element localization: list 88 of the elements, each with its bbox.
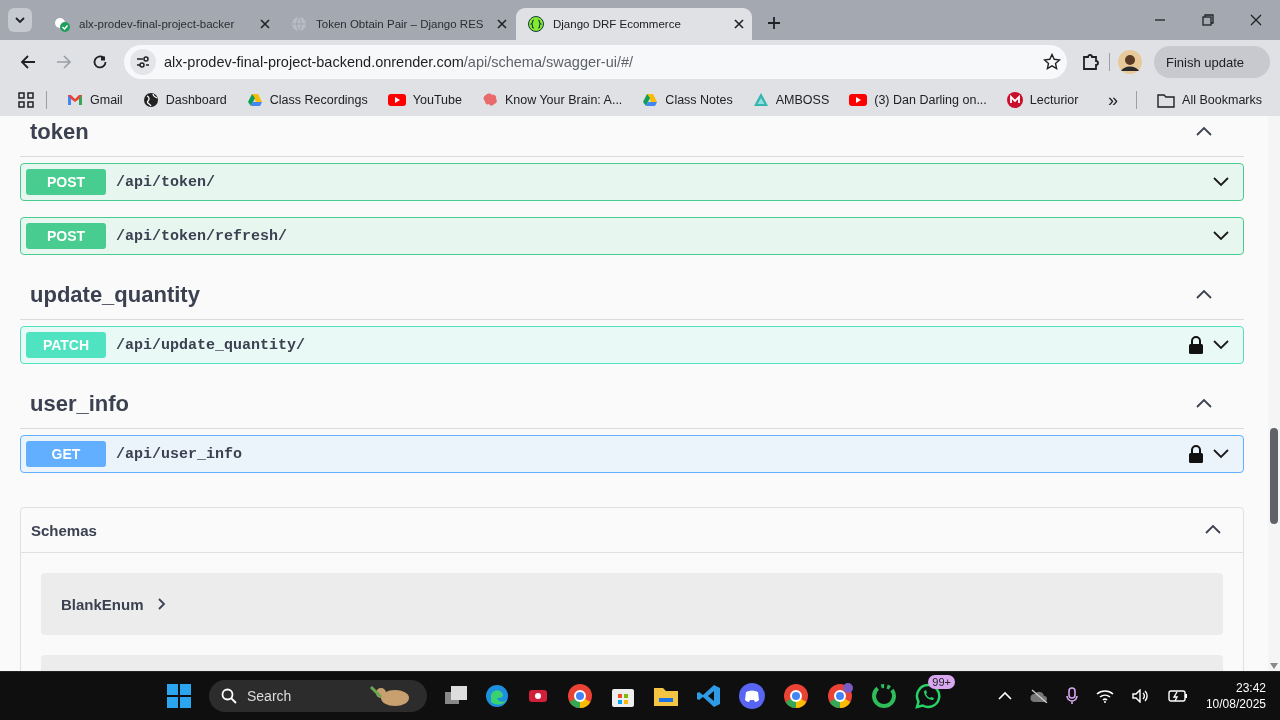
endpoint-path: /api/token/refresh/ <box>116 227 289 245</box>
close-icon[interactable] <box>260 19 270 29</box>
endpoint-row[interactable]: PATCH /api/update_quantity/ <box>20 326 1244 364</box>
bookmark-link[interactable]: Gmail <box>59 89 131 111</box>
microphone-icon[interactable] <box>1065 687 1078 705</box>
browser-tab[interactable]: Django DRF Ecommerce <box>516 8 752 40</box>
schema-item[interactable]: BlankEnum <box>41 573 1223 635</box>
restore-icon[interactable] <box>1202 14 1214 26</box>
lock-icon[interactable] <box>1189 445 1203 463</box>
task-view-icon[interactable] <box>445 686 467 706</box>
apps-grid-icon[interactable] <box>18 92 34 108</box>
browser-tab[interactable]: alx-prodev-final-project-backer <box>42 8 278 40</box>
close-icon[interactable] <box>734 19 744 29</box>
cloud-off-icon[interactable] <box>1029 689 1048 703</box>
globe-icon <box>142 92 159 108</box>
chat-controller-icon[interactable] <box>739 683 765 709</box>
triangle-icon <box>752 92 769 108</box>
endpoint-row[interactable]: POST /api/token/ <box>20 163 1244 201</box>
method-badge: POST <box>26 223 106 249</box>
caret-icon <box>14 14 26 26</box>
new-tab-icon[interactable] <box>767 16 781 30</box>
search-icon <box>221 688 237 704</box>
bookmark-link[interactable]: Dashboard <box>134 89 235 111</box>
tab-search-button[interactable] <box>8 8 32 32</box>
endpoint-row[interactable]: POST /api/token/refresh/ <box>20 217 1244 255</box>
lock-icon[interactable] <box>1189 336 1203 354</box>
endpoint-path: /api/user_info <box>116 445 244 463</box>
tune-icon[interactable] <box>135 54 151 70</box>
browser-icon[interactable] <box>783 683 809 709</box>
clock-date: 10/08/2025 <box>1205 696 1266 712</box>
folder-icon <box>1157 92 1176 108</box>
browser-tab[interactable]: Token Obtain Pair – Django RES <box>279 8 515 40</box>
play-icon <box>387 92 406 108</box>
windows-start-icon[interactable] <box>167 684 191 708</box>
play-icon <box>849 92 868 108</box>
bookmark-link[interactable]: AMBOSS <box>744 89 838 111</box>
wifi-icon[interactable] <box>1095 689 1114 703</box>
globe-icon <box>291 16 307 32</box>
braces-logo-icon <box>528 16 544 32</box>
method-badge: PATCH <box>26 332 106 358</box>
scrollbar-track[interactable] <box>1268 116 1280 671</box>
chevron-right-icon <box>157 598 166 610</box>
cloud-check-icon <box>54 16 70 32</box>
browser-icon[interactable] <box>567 683 593 709</box>
method-badge: GET <box>26 441 106 467</box>
more-bookmarks-button[interactable]: » <box>1102 89 1125 111</box>
section-title[interactable]: update_quantity <box>30 282 200 308</box>
bookmark-link[interactable]: Know Your Brain: A... <box>473 89 631 111</box>
schema-name: BlankEnum <box>61 595 144 613</box>
endpoint-path: /api/update_quantity/ <box>116 336 307 354</box>
taskbar-search-field[interactable]: Search <box>209 680 427 712</box>
method-badge: POST <box>26 169 106 195</box>
m-circle-icon <box>1006 92 1023 108</box>
close-icon[interactable] <box>497 19 507 29</box>
reload-icon[interactable] <box>92 54 108 70</box>
update-button[interactable]: Finish update <box>1153 46 1270 78</box>
star-icon[interactable] <box>1042 53 1061 71</box>
bookmark-link[interactable]: Class Recordings <box>238 89 376 111</box>
triangle-icon <box>246 92 263 108</box>
scrollbar-thumb[interactable] <box>1270 428 1278 524</box>
mail-icon <box>67 92 83 108</box>
chevron-up-icon[interactable] <box>997 691 1012 701</box>
back-icon[interactable] <box>20 54 36 70</box>
schemas-title[interactable]: Schemas <box>31 521 97 539</box>
puzzle-icon[interactable] <box>1080 52 1101 72</box>
avatar-icon[interactable] <box>1117 50 1142 74</box>
folder-icon[interactable] <box>653 685 679 707</box>
triangle-icon <box>642 92 659 108</box>
endpoint-row[interactable]: GET /api/user_info <box>20 435 1244 473</box>
section-title[interactable]: token <box>30 119 89 145</box>
endpoint-path: /api/token/ <box>116 173 217 191</box>
bookmark-link[interactable]: Class Notes <box>634 89 741 111</box>
code-editor-icon[interactable] <box>697 684 721 708</box>
ring-icon[interactable] <box>871 683 897 709</box>
browser-icon[interactable] <box>827 683 853 709</box>
brain-icon <box>481 92 498 108</box>
speaker-icon[interactable] <box>1131 689 1150 703</box>
all-bookmarks-button[interactable]: All Bookmarks <box>1149 89 1270 111</box>
bookmark-link[interactable]: Lecturior <box>998 89 1087 111</box>
bookmark-link[interactable]: YouTube <box>379 89 470 111</box>
close-icon[interactable] <box>1250 14 1262 26</box>
notification-badge: 99+ <box>928 675 955 689</box>
scroll-down-icon[interactable] <box>1270 663 1278 669</box>
battery-icon[interactable] <box>1167 689 1188 703</box>
section-title[interactable]: user_info <box>30 391 130 417</box>
edge-browser-icon[interactable] <box>485 684 509 708</box>
bookmark-link[interactable]: (3) Dan Darling on... <box>841 89 995 111</box>
clock-time: 23:42 <box>1235 680 1266 696</box>
